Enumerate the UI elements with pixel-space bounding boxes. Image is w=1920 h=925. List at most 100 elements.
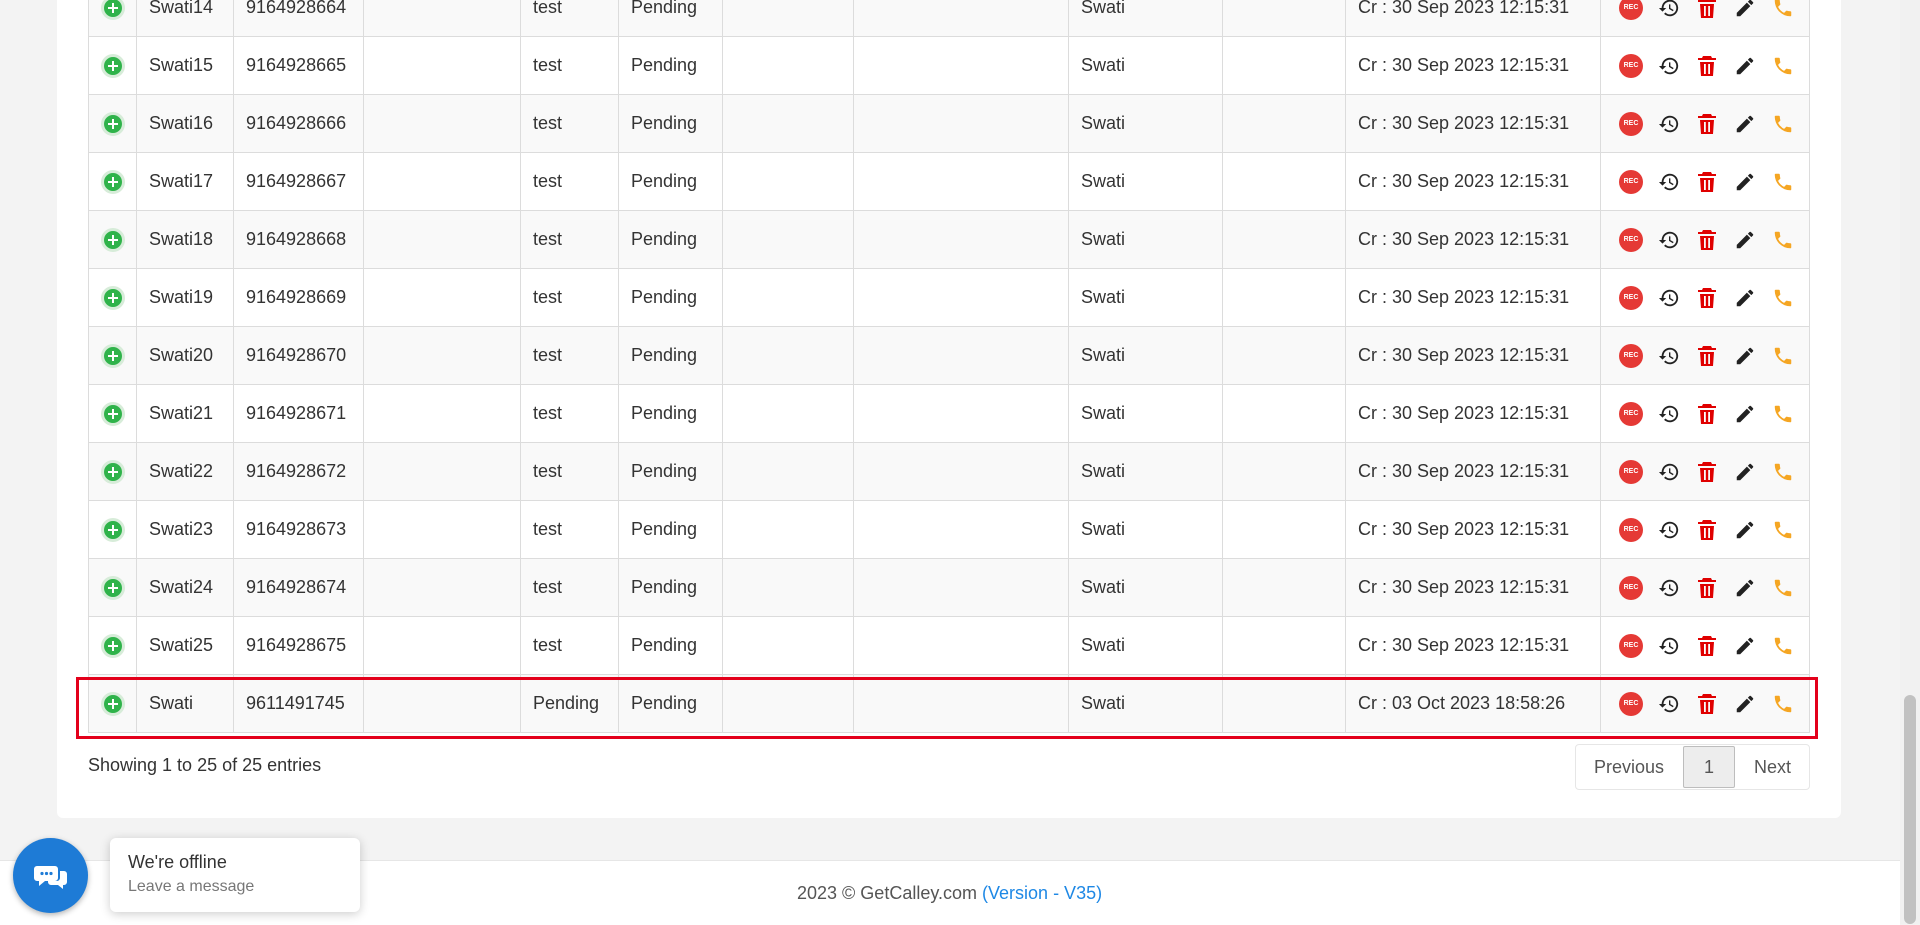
call-icon[interactable] xyxy=(1771,634,1795,658)
delete-icon[interactable] xyxy=(1695,460,1719,484)
edit-icon[interactable] xyxy=(1733,402,1757,426)
rec-icon[interactable]: REC xyxy=(1619,285,1643,310)
history-icon[interactable] xyxy=(1657,286,1681,310)
rec-icon[interactable]: REC xyxy=(1619,343,1643,368)
edit-icon[interactable] xyxy=(1733,112,1757,136)
delete-icon[interactable] xyxy=(1695,112,1719,136)
rec-icon[interactable]: REC xyxy=(1619,459,1643,484)
cell-owner: Swati xyxy=(1068,384,1223,443)
history-icon[interactable] xyxy=(1657,54,1681,78)
history-icon[interactable] xyxy=(1657,344,1681,368)
expand-row-icon[interactable] xyxy=(100,227,125,252)
next-page-button[interactable]: Next xyxy=(1736,745,1809,789)
rec-icon[interactable]: REC xyxy=(1619,691,1643,716)
call-icon[interactable] xyxy=(1771,54,1795,78)
edit-icon[interactable] xyxy=(1733,518,1757,542)
expand-row-icon[interactable] xyxy=(100,285,125,310)
delete-icon[interactable] xyxy=(1695,54,1719,78)
rec-icon[interactable]: REC xyxy=(1619,111,1643,136)
call-icon[interactable] xyxy=(1771,170,1795,194)
cell-empty xyxy=(363,616,521,675)
expand-row-icon[interactable] xyxy=(100,459,125,484)
expand-row-icon[interactable] xyxy=(100,343,125,368)
history-icon[interactable] xyxy=(1657,170,1681,194)
expand-row-icon[interactable] xyxy=(100,401,125,426)
previous-page-button[interactable]: Previous xyxy=(1576,745,1682,789)
cell-owner: Swati xyxy=(1068,268,1223,327)
cell-empty xyxy=(722,384,854,443)
call-icon[interactable] xyxy=(1771,344,1795,368)
edit-icon[interactable] xyxy=(1733,228,1757,252)
edit-icon[interactable] xyxy=(1733,54,1757,78)
rec-icon[interactable]: REC xyxy=(1619,575,1643,600)
expand-row-icon[interactable] xyxy=(100,169,125,194)
edit-icon[interactable] xyxy=(1733,692,1757,716)
delete-icon[interactable] xyxy=(1695,344,1719,368)
history-icon[interactable] xyxy=(1657,634,1681,658)
page-scrollbar[interactable] xyxy=(1900,0,1920,924)
delete-icon[interactable] xyxy=(1695,0,1719,20)
edit-icon[interactable] xyxy=(1733,0,1757,20)
cell-empty xyxy=(722,674,854,733)
cell-status: Pending xyxy=(618,326,723,385)
call-icon[interactable] xyxy=(1771,692,1795,716)
history-icon[interactable] xyxy=(1657,692,1681,716)
delete-icon[interactable] xyxy=(1695,228,1719,252)
delete-icon[interactable] xyxy=(1695,286,1719,310)
call-icon[interactable] xyxy=(1771,402,1795,426)
version-link[interactable]: (Version - V35) xyxy=(982,883,1102,903)
call-icon[interactable] xyxy=(1771,228,1795,252)
expand-row-icon[interactable] xyxy=(100,111,125,136)
history-icon[interactable] xyxy=(1657,402,1681,426)
cell-empty xyxy=(722,0,854,37)
history-icon[interactable] xyxy=(1657,460,1681,484)
rec-icon[interactable]: REC xyxy=(1619,227,1643,252)
call-icon[interactable] xyxy=(1771,576,1795,600)
edit-icon[interactable] xyxy=(1733,576,1757,600)
edit-icon[interactable] xyxy=(1733,634,1757,658)
cell-empty xyxy=(1222,558,1346,617)
edit-icon[interactable] xyxy=(1733,460,1757,484)
cell-phone: 9164928672 xyxy=(233,442,364,501)
call-icon[interactable] xyxy=(1771,0,1795,20)
chat-launcher-button[interactable] xyxy=(13,838,88,913)
edit-icon[interactable] xyxy=(1733,344,1757,368)
history-icon[interactable] xyxy=(1657,112,1681,136)
rec-icon[interactable]: REC xyxy=(1619,53,1643,78)
rec-icon[interactable]: REC xyxy=(1619,0,1643,20)
edit-icon[interactable] xyxy=(1733,170,1757,194)
expand-row-icon[interactable] xyxy=(100,691,125,716)
cell-created: Cr : 30 Sep 2023 12:15:31 xyxy=(1345,500,1601,559)
rec-icon[interactable]: REC xyxy=(1619,633,1643,658)
history-icon[interactable] xyxy=(1657,518,1681,542)
expand-row-icon[interactable] xyxy=(100,633,125,658)
scrollbar-thumb[interactable] xyxy=(1904,695,1916,924)
rec-icon[interactable]: REC xyxy=(1619,401,1643,426)
history-icon[interactable] xyxy=(1657,0,1681,20)
rec-icon[interactable]: REC xyxy=(1619,517,1643,542)
expand-row-icon[interactable] xyxy=(100,517,125,542)
page-1-button[interactable]: 1 xyxy=(1683,746,1736,788)
chat-status-bubble[interactable]: We're offline Leave a message xyxy=(110,838,360,912)
expand-row-icon[interactable] xyxy=(100,575,125,600)
cell-empty xyxy=(722,152,854,211)
delete-icon[interactable] xyxy=(1695,634,1719,658)
table-row: Swati14 9164928664 test Pending Swati Cr : 30… xyxy=(88,0,1810,37)
delete-icon[interactable] xyxy=(1695,576,1719,600)
delete-icon[interactable] xyxy=(1695,518,1719,542)
call-icon[interactable] xyxy=(1771,112,1795,136)
expand-row-icon[interactable] xyxy=(100,53,125,78)
history-icon[interactable] xyxy=(1657,228,1681,252)
call-icon[interactable] xyxy=(1771,460,1795,484)
edit-icon[interactable] xyxy=(1733,286,1757,310)
cell-status: Pending xyxy=(618,558,723,617)
delete-icon[interactable] xyxy=(1695,692,1719,716)
expand-row-icon[interactable] xyxy=(100,0,125,20)
rec-icon[interactable]: REC xyxy=(1619,169,1643,194)
delete-icon[interactable] xyxy=(1695,402,1719,426)
delete-icon[interactable] xyxy=(1695,170,1719,194)
history-icon[interactable] xyxy=(1657,576,1681,600)
call-icon[interactable] xyxy=(1771,286,1795,310)
call-icon[interactable] xyxy=(1771,518,1795,542)
table-row: Swati25 9164928675 test Pending Swati Cr : 30… xyxy=(88,616,1810,675)
